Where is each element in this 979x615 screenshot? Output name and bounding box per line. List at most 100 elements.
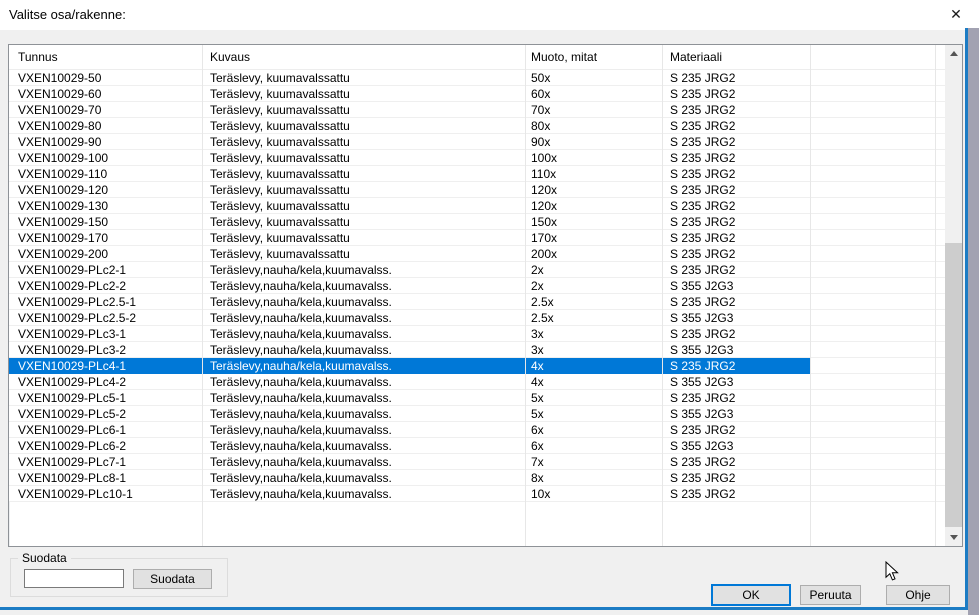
cell-kuvaus: Teräslevy, kuumavalssattu: [210, 182, 350, 198]
cell-muoto: 2x: [531, 262, 544, 278]
table-row[interactable]: VXEN10029-100 Teräslevy, kuumavalssattu …: [9, 150, 945, 166]
cell-muoto: 80x: [531, 118, 550, 134]
cell-kuvaus: Teräslevy,nauha/kela,kuumavalss.: [210, 278, 392, 294]
scrollbar-thumb[interactable]: [945, 243, 962, 527]
table-row[interactable]: VXEN10029-PLc2-1 Teräslevy,nauha/kela,ku…: [9, 262, 945, 278]
cancel-button[interactable]: Peruuta: [800, 585, 861, 605]
filter-button[interactable]: Suodata: [133, 569, 212, 589]
cell-materiaali: S 355 J2G3: [670, 310, 733, 326]
cell-kuvaus: Teräslevy, kuumavalssattu: [210, 86, 350, 102]
table-row[interactable]: VXEN10029-150 Teräslevy, kuumavalssattu …: [9, 214, 945, 230]
table-row[interactable]: VXEN10029-70 Teräslevy, kuumavalssattu 7…: [9, 102, 945, 118]
cell-materiaali: S 235 JRG2: [670, 326, 735, 342]
cell-materiaali: S 235 JRG2: [670, 246, 735, 262]
dialog-title: Valitse osa/rakenne:: [9, 7, 126, 22]
cell-tunnus: VXEN10029-PLc4-2: [18, 374, 126, 390]
cell-kuvaus: Teräslevy, kuumavalssattu: [210, 214, 350, 230]
table-row[interactable]: VXEN10029-PLc10-1 Teräslevy,nauha/kela,k…: [9, 486, 945, 502]
cell-materiaali: S 235 JRG2: [670, 102, 735, 118]
close-icon[interactable]: ✕: [946, 4, 966, 24]
cell-materiaali: S 355 J2G3: [670, 406, 733, 422]
table-row[interactable]: VXEN10029-120 Teräslevy, kuumavalssattu …: [9, 182, 945, 198]
cell-muoto: 10x: [531, 486, 550, 502]
cell-tunnus: VXEN10029-90: [18, 134, 101, 150]
cell-materiaali: S 235 JRG2: [670, 230, 735, 246]
column-header-tunnus[interactable]: Tunnus: [18, 45, 58, 69]
cell-muoto: 120x: [531, 198, 557, 214]
cell-muoto: 5x: [531, 390, 544, 406]
cell-materiaali: S 235 JRG2: [670, 134, 735, 150]
cell-kuvaus: Teräslevy, kuumavalssattu: [210, 102, 350, 118]
cell-kuvaus: Teräslevy,nauha/kela,kuumavalss.: [210, 262, 392, 278]
cell-tunnus: VXEN10029-PLc8-1: [18, 470, 126, 486]
table-row[interactable]: VXEN10029-200 Teräslevy, kuumavalssattu …: [9, 246, 945, 262]
table-rows: VXEN10029-50 Teräslevy, kuumavalssattu 5…: [9, 69, 945, 502]
cell-tunnus: VXEN10029-PLc2.5-2: [18, 310, 136, 326]
cell-tunnus: VXEN10029-50: [18, 70, 101, 86]
table-row[interactable]: VXEN10029-PLc6-2 Teräslevy,nauha/kela,ku…: [9, 438, 945, 454]
table-row[interactable]: VXEN10029-130 Teräslevy, kuumavalssattu …: [9, 198, 945, 214]
cell-muoto: 2x: [531, 278, 544, 294]
table-row[interactable]: VXEN10029-110 Teräslevy, kuumavalssattu …: [9, 166, 945, 182]
window-right-border: [965, 28, 968, 612]
table-row[interactable]: VXEN10029-PLc7-1 Teräslevy,nauha/kela,ku…: [9, 454, 945, 470]
column-header-muoto[interactable]: Muoto, mitat: [531, 45, 597, 69]
cell-tunnus: VXEN10029-PLc4-1: [18, 358, 126, 374]
cell-tunnus: VXEN10029-70: [18, 102, 101, 118]
table-row[interactable]: VXEN10029-90 Teräslevy, kuumavalssattu 9…: [9, 134, 945, 150]
cell-muoto: 110x: [531, 166, 556, 182]
cell-kuvaus: Teräslevy, kuumavalssattu: [210, 70, 350, 86]
listview-header: Tunnus Kuvaus Muoto, mitat Materiaali: [9, 45, 945, 69]
vertical-scrollbar[interactable]: [945, 45, 962, 546]
cell-muoto: 170x: [531, 230, 557, 246]
column-separator: [525, 45, 526, 546]
table-row[interactable]: VXEN10029-50 Teräslevy, kuumavalssattu 5…: [9, 70, 945, 86]
table-row[interactable]: VXEN10029-PLc2.5-2 Teräslevy,nauha/kela,…: [9, 310, 945, 326]
cell-tunnus: VXEN10029-PLc3-2: [18, 342, 126, 358]
ok-button[interactable]: OK: [711, 584, 791, 606]
column-header-kuvaus[interactable]: Kuvaus: [210, 45, 250, 69]
table-row[interactable]: VXEN10029-PLc6-1 Teräslevy,nauha/kela,ku…: [9, 422, 945, 438]
table-row[interactable]: VXEN10029-60 Teräslevy, kuumavalssattu 6…: [9, 86, 945, 102]
table-row[interactable]: VXEN10029-PLc3-1 Teräslevy,nauha/kela,ku…: [9, 326, 945, 342]
cell-kuvaus: Teräslevy,nauha/kela,kuumavalss.: [210, 454, 392, 470]
cell-muoto: 3x: [531, 326, 544, 342]
column-header-materiaali[interactable]: Materiaali: [670, 45, 722, 69]
cell-kuvaus: Teräslevy,nauha/kela,kuumavalss.: [210, 470, 392, 486]
table-row[interactable]: VXEN10029-PLc8-1 Teräslevy,nauha/kela,ku…: [9, 470, 945, 486]
table-row[interactable]: VXEN10029-PLc3-2 Teräslevy,nauha/kela,ku…: [9, 342, 945, 358]
table-row[interactable]: VXEN10029-PLc5-2 Teräslevy,nauha/kela,ku…: [9, 406, 945, 422]
cell-muoto: 3x: [531, 342, 544, 358]
table-row[interactable]: VXEN10029-PLc4-2 Teräslevy,nauha/kela,ku…: [9, 374, 945, 390]
cell-muoto: 150x: [531, 214, 557, 230]
cell-kuvaus: Teräslevy,nauha/kela,kuumavalss.: [210, 406, 392, 422]
cell-kuvaus: Teräslevy, kuumavalssattu: [210, 134, 350, 150]
scroll-down-icon[interactable]: [945, 529, 962, 546]
cell-materiaali: S 235 JRG2: [670, 422, 735, 438]
cell-kuvaus: Teräslevy, kuumavalssattu: [210, 246, 350, 262]
column-separator: [662, 45, 663, 546]
cell-tunnus: VXEN10029-PLc5-1: [18, 390, 126, 406]
titlebar: Valitse osa/rakenne: ✕: [0, 0, 979, 30]
cell-muoto: 8x: [531, 470, 544, 486]
cell-muoto: 2.5x: [531, 310, 554, 326]
table-row[interactable]: VXEN10029-170 Teräslevy, kuumavalssattu …: [9, 230, 945, 246]
cell-tunnus: VXEN10029-110: [18, 166, 107, 182]
table-row[interactable]: VXEN10029-PLc5-1 Teräslevy,nauha/kela,ku…: [9, 390, 945, 406]
scroll-up-icon[interactable]: [945, 45, 962, 62]
table-row[interactable]: VXEN10029-PLc2.5-1 Teräslevy,nauha/kela,…: [9, 294, 945, 310]
cell-muoto: 100x: [531, 150, 557, 166]
cell-muoto: 5x: [531, 406, 544, 422]
cell-materiaali: S 235 JRG2: [670, 470, 735, 486]
table-row[interactable]: VXEN10029-PLc2-2 Teräslevy,nauha/kela,ku…: [9, 278, 945, 294]
table-row[interactable]: VXEN10029-80 Teräslevy, kuumavalssattu 8…: [9, 118, 945, 134]
column-separator: [935, 45, 936, 546]
cell-tunnus: VXEN10029-PLc3-1: [18, 326, 126, 342]
filter-input[interactable]: [24, 569, 124, 588]
help-button[interactable]: Ohje: [886, 585, 950, 605]
cell-tunnus: VXEN10029-PLc2.5-1: [18, 294, 136, 310]
cell-kuvaus: Teräslevy,nauha/kela,kuumavalss.: [210, 390, 392, 406]
table-row[interactable]: VXEN10029-PLc4-1 Teräslevy,nauha/kela,ku…: [9, 358, 945, 374]
cell-materiaali: S 235 JRG2: [670, 486, 735, 502]
cell-materiaali: S 355 J2G3: [670, 278, 733, 294]
